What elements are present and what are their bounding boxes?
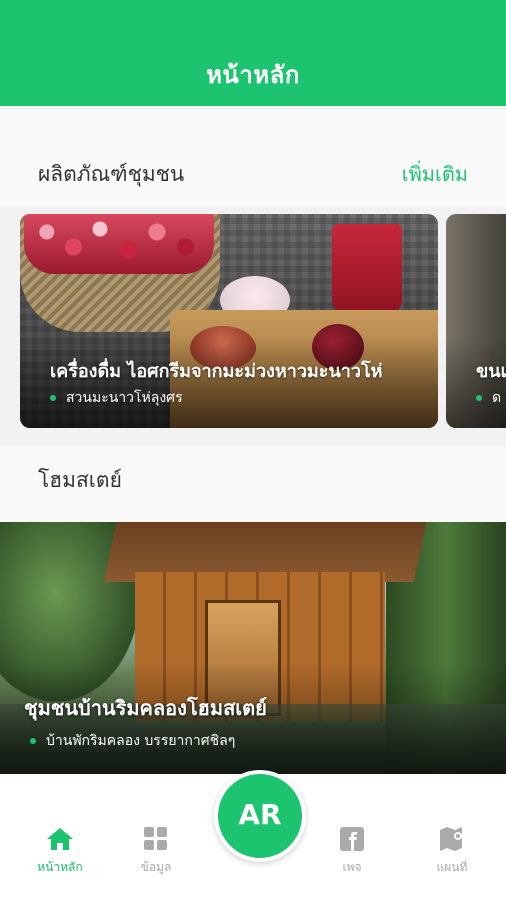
product-card-place-text: ด [492,390,502,406]
homestay-card[interactable]: ชุมชนบ้านริมคลองโฮมสเตย์ บ้านพักริมคลอง … [0,522,506,774]
homestay-card-place: บ้านพักริมคลอง บรรยากาศชิลๆ [30,730,235,752]
homestay-section-title: โฮมสเตย์ [38,468,122,492]
see-more-link[interactable]: เพิ่มเติม [402,158,468,190]
homestay-card-place-text: บ้านพักริมคลอง บรรยากาศชิลๆ [46,733,236,749]
nav-label-info: ข้อมูล [140,860,172,874]
product-card[interactable]: ขนเ ด [446,214,506,428]
fruits-image [24,214,214,274]
product-card-place: ด [476,387,501,409]
product-card[interactable]: เครื่องดื่ม ไอศกรีมจากมะม่วงหาวมะนาวโห่ … [20,214,438,428]
products-section-header: ผลิตภัณฑ์ชุมชน เพิ่มเติม [0,110,506,206]
nav-item-home[interactable]: หน้าหลัก [20,826,100,877]
location-dot-icon [476,395,482,401]
nav-item-page[interactable]: เพจ [312,826,392,877]
nav-item-info[interactable]: ข้อมูล [116,826,196,877]
home-icon [45,826,75,852]
products-carousel[interactable]: เครื่องดื่ม ไอศกรีมจากมะม่วงหาวมะนาวโห่ … [0,206,506,446]
ar-button[interactable]: AR [214,770,306,862]
drink-cup-image [332,224,402,314]
nav-label-page: เพจ [342,860,362,874]
nav-item-map[interactable]: แผนที่ [412,826,492,877]
map-icon [437,826,467,852]
nav-label-home: หน้าหลัก [37,860,83,874]
app-bar: หน้าหลัก [0,0,506,106]
location-dot-icon [50,395,56,401]
product-card-place: สวนมะนาวโห่ลุงศร [50,387,183,409]
product-card-title: ขนเ [476,361,506,382]
nav-label-map: แผนที่ [436,860,468,874]
homestay-card-title: ชุมชนบ้านริมคลองโฮมสเตย์ [24,696,267,720]
grid-icon [141,826,171,852]
products-section-title: ผลิตภัณฑ์ชุมชน [38,162,185,186]
location-dot-icon [30,738,36,744]
facebook-icon [337,826,367,852]
ar-button-label: AR [238,798,282,831]
homestay-section-header: โฮมสเตย์ [0,446,506,522]
product-card-place-text: สวนมะนาวโห่ลุงศร [66,390,183,406]
product-card-title: เครื่องดื่ม ไอศกรีมจากมะม่วงหาวมะนาวโห่ [50,361,383,382]
page-title: หน้าหลัก [206,61,300,89]
